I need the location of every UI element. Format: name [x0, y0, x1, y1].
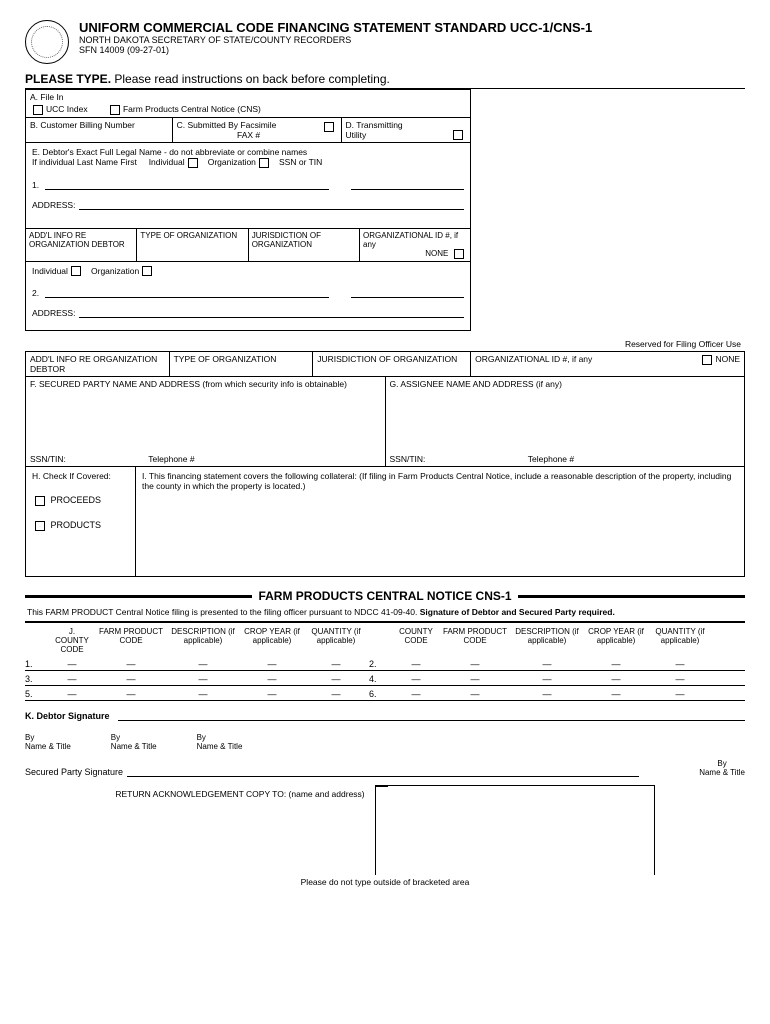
section-b: B. Customer Billing Number [26, 118, 173, 142]
reserved-notice: Reserved for Filing Officer Use [25, 337, 745, 352]
form-header: UNIFORM COMMERCIAL CODE FINANCING STATEM… [25, 20, 745, 64]
instruction-line: PLEASE TYPE. Please read instructions on… [25, 72, 745, 89]
organization-checkbox-1[interactable] [259, 158, 269, 168]
secured-party-label: Secured Party Signature [25, 767, 123, 777]
debtor-name-line-1[interactable]: 1. [32, 178, 464, 190]
cns-label: Farm Products Central Notice (CNS) [123, 104, 261, 114]
return-address-box[interactable] [375, 785, 655, 875]
debtor-address-line-1[interactable]: ADDRESS: [32, 198, 464, 210]
none-checkbox-2[interactable] [702, 355, 712, 365]
proceeds-checkbox[interactable] [35, 496, 45, 506]
org-info-grid-1: ADD'L INFO RE ORGANIZATION DEBTOR TYPE O… [25, 229, 471, 262]
products-checkbox[interactable] [35, 521, 45, 531]
section-a: A. File In UCC Index Farm Products Centr… [25, 89, 471, 118]
debtor-address-line-2[interactable]: ADDRESS: [32, 306, 464, 318]
ucc-index-label: UCC Index [46, 104, 88, 114]
individual-checkbox-2[interactable] [71, 266, 81, 276]
section-i: I. This financing statement covers the f… [136, 467, 744, 576]
debtor-signature-label: K. Debtor Signature [25, 711, 110, 721]
debtor-name-line-2[interactable]: 2. [32, 286, 464, 298]
section-fg: F. SECURED PARTY NAME AND ADDRESS (from … [25, 377, 745, 467]
section-e-label: E. Debtor's Exact Full Legal Name - do n… [32, 147, 464, 157]
individual-checkbox-1[interactable] [188, 158, 198, 168]
section-hi: H. Check If Covered: PROCEEDS PRODUCTS I… [25, 467, 745, 577]
fax-checkbox[interactable] [324, 122, 334, 132]
section-g: G. ASSIGNEE NAME AND ADDRESS (if any) SS… [386, 377, 745, 466]
bracket-note: Please do not type outside of bracketed … [25, 877, 745, 887]
section-h: H. Check If Covered: PROCEEDS PRODUCTS [26, 467, 136, 576]
debtor-signature-line[interactable] [118, 720, 745, 721]
cns-data-rows: 1.————— 2.————— 3.————— 4.————— 5.————— … [25, 656, 745, 701]
secured-party-line[interactable] [127, 776, 639, 777]
cns-heading: FARM PRODUCTS CENTRAL NOTICE CNS-1 [25, 589, 745, 603]
debtor-2-block: Individual Organization 2. ADDRESS: [25, 262, 471, 332]
form-title: UNIFORM COMMERCIAL CODE FINANCING STATEM… [79, 20, 592, 35]
form-subtitle: NORTH DAKOTA SECRETARY OF STATE/COUNTY R… [79, 35, 592, 45]
cns-checkbox[interactable] [110, 105, 120, 115]
cns-column-headers: J. COUNTY CODE FARM PRODUCT CODE DESCRIP… [25, 623, 745, 656]
row-bcd: B. Customer Billing Number C. Submitted … [25, 118, 471, 143]
section-d: D. Transmitting Utility [342, 118, 471, 142]
state-seal-icon [25, 20, 69, 64]
form-number: SFN 14009 (09-27-01) [79, 45, 592, 55]
ucc-index-checkbox[interactable] [33, 105, 43, 115]
section-a-label: A. File In [30, 92, 466, 102]
utility-checkbox[interactable] [453, 130, 463, 140]
organization-checkbox-2[interactable] [142, 266, 152, 276]
none-checkbox-1[interactable] [454, 249, 464, 259]
section-c: C. Submitted By Facsimile FAX # [173, 118, 342, 142]
return-copy-label: RETURN ACKNOWLEDGEMENT COPY TO: (name an… [115, 785, 364, 875]
section-f: F. SECURED PARTY NAME AND ADDRESS (from … [26, 377, 386, 466]
section-e: E. Debtor's Exact Full Legal Name - do n… [25, 143, 471, 229]
org-info-grid-2: ADD'L INFO RE ORGANIZATION DEBTOR TYPE O… [25, 352, 745, 377]
section-k: K. Debtor Signature By Name & Title By N… [25, 711, 745, 887]
cns-intro: This FARM PRODUCT Central Notice filing … [25, 603, 745, 623]
